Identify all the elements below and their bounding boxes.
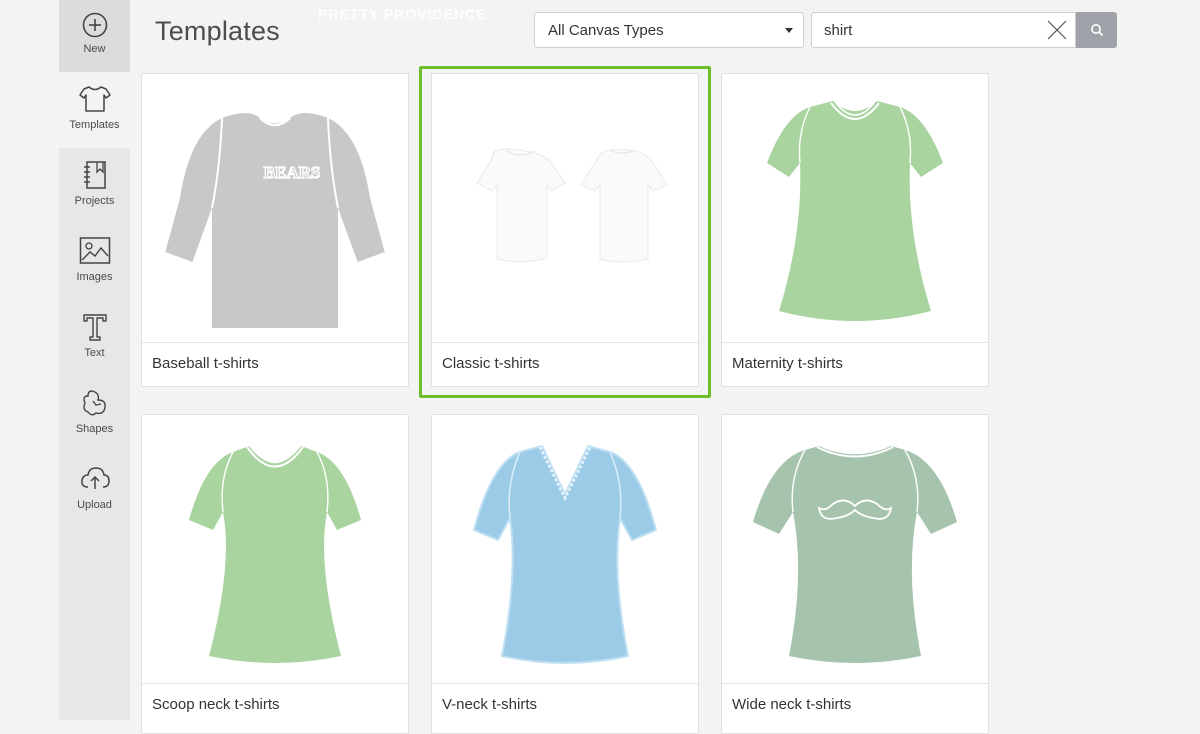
search-button[interactable] — [1076, 12, 1117, 48]
wide-neck-tshirt-image — [753, 446, 957, 663]
sidebar-item-label: Shapes — [75, 423, 114, 435]
template-thumbnail: BEARS — [142, 74, 408, 342]
sidebar-item-new[interactable]: New — [59, 0, 130, 72]
card-divider — [722, 683, 988, 684]
sidebar-item-images[interactable]: Images — [59, 224, 130, 300]
text-T-icon — [82, 314, 107, 341]
template-card-v-neck[interactable]: V-neck t-shirts — [431, 414, 699, 734]
window-edge — [0, 0, 59, 720]
template-label: V-neck t-shirts — [442, 696, 538, 713]
template-label: Maternity t-shirts — [732, 355, 843, 372]
sidebar-item-label: New — [83, 43, 106, 55]
sidebar-item-label: Upload — [77, 499, 112, 511]
baseball-tshirt-image: BEARS — [164, 113, 386, 328]
template-card-wide-neck[interactable]: Wide neck t-shirts — [721, 414, 989, 734]
sidebar-item-label: Projects — [74, 195, 115, 207]
template-label: Baseball t-shirts — [152, 355, 259, 372]
template-thumbnail — [142, 415, 408, 683]
sidebar: New Templates Projects Images Text Shape… — [59, 0, 130, 720]
template-card-baseball[interactable]: BEARS Baseball t-shirts — [141, 73, 409, 387]
clear-icon[interactable] — [1047, 20, 1067, 40]
template-card-scoop-neck[interactable]: Scoop neck t-shirts — [141, 414, 409, 734]
template-label: Wide neck t-shirts — [732, 696, 852, 713]
template-thumbnail — [722, 415, 988, 683]
cloud-upload-icon — [80, 467, 110, 489]
sidebar-item-label: Text — [84, 347, 105, 359]
sidebar-item-templates[interactable]: Templates — [59, 72, 130, 148]
scoop-neck-tshirt-image — [189, 446, 361, 663]
search-input[interactable] — [812, 13, 1044, 47]
template-card-maternity[interactable]: Maternity t-shirts — [721, 73, 989, 387]
sidebar-item-projects[interactable]: Projects — [59, 148, 130, 224]
maternity-tshirt-image — [767, 101, 943, 321]
shapes-icon — [82, 390, 106, 416]
template-thumbnail — [432, 415, 698, 683]
sidebar-item-label: Templates — [69, 119, 120, 131]
card-divider — [432, 683, 698, 684]
shirt-print-text: BEARS — [264, 163, 321, 182]
v-neck-tshirt-image — [472, 444, 658, 664]
page-title: Templates — [155, 16, 280, 46]
sidebar-item-text[interactable]: Text — [59, 300, 130, 376]
search-icon — [1090, 24, 1103, 37]
sidebar-item-shapes[interactable]: Shapes — [59, 376, 130, 452]
canvas-type-select[interactable]: All Canvas Types — [534, 12, 804, 48]
sidebar-item-label: Images — [76, 271, 113, 283]
notebook-icon — [83, 161, 106, 189]
plus-circle-icon — [82, 12, 107, 38]
sidebar-item-upload[interactable]: Upload — [59, 452, 130, 528]
card-divider — [142, 342, 408, 343]
card-divider — [722, 342, 988, 343]
canvas-type-select-value: All Canvas Types — [548, 21, 664, 39]
template-label: Scoop neck t-shirts — [152, 696, 280, 713]
card-divider — [142, 683, 408, 684]
template-thumbnail — [722, 74, 988, 342]
selected-card-outline — [419, 66, 711, 398]
caret-down-icon — [785, 28, 793, 33]
tshirt-icon — [78, 86, 111, 112]
watermark: PRETTY PROVIDENCE — [318, 6, 487, 22]
image-icon — [79, 237, 110, 264]
search-field — [811, 12, 1076, 48]
